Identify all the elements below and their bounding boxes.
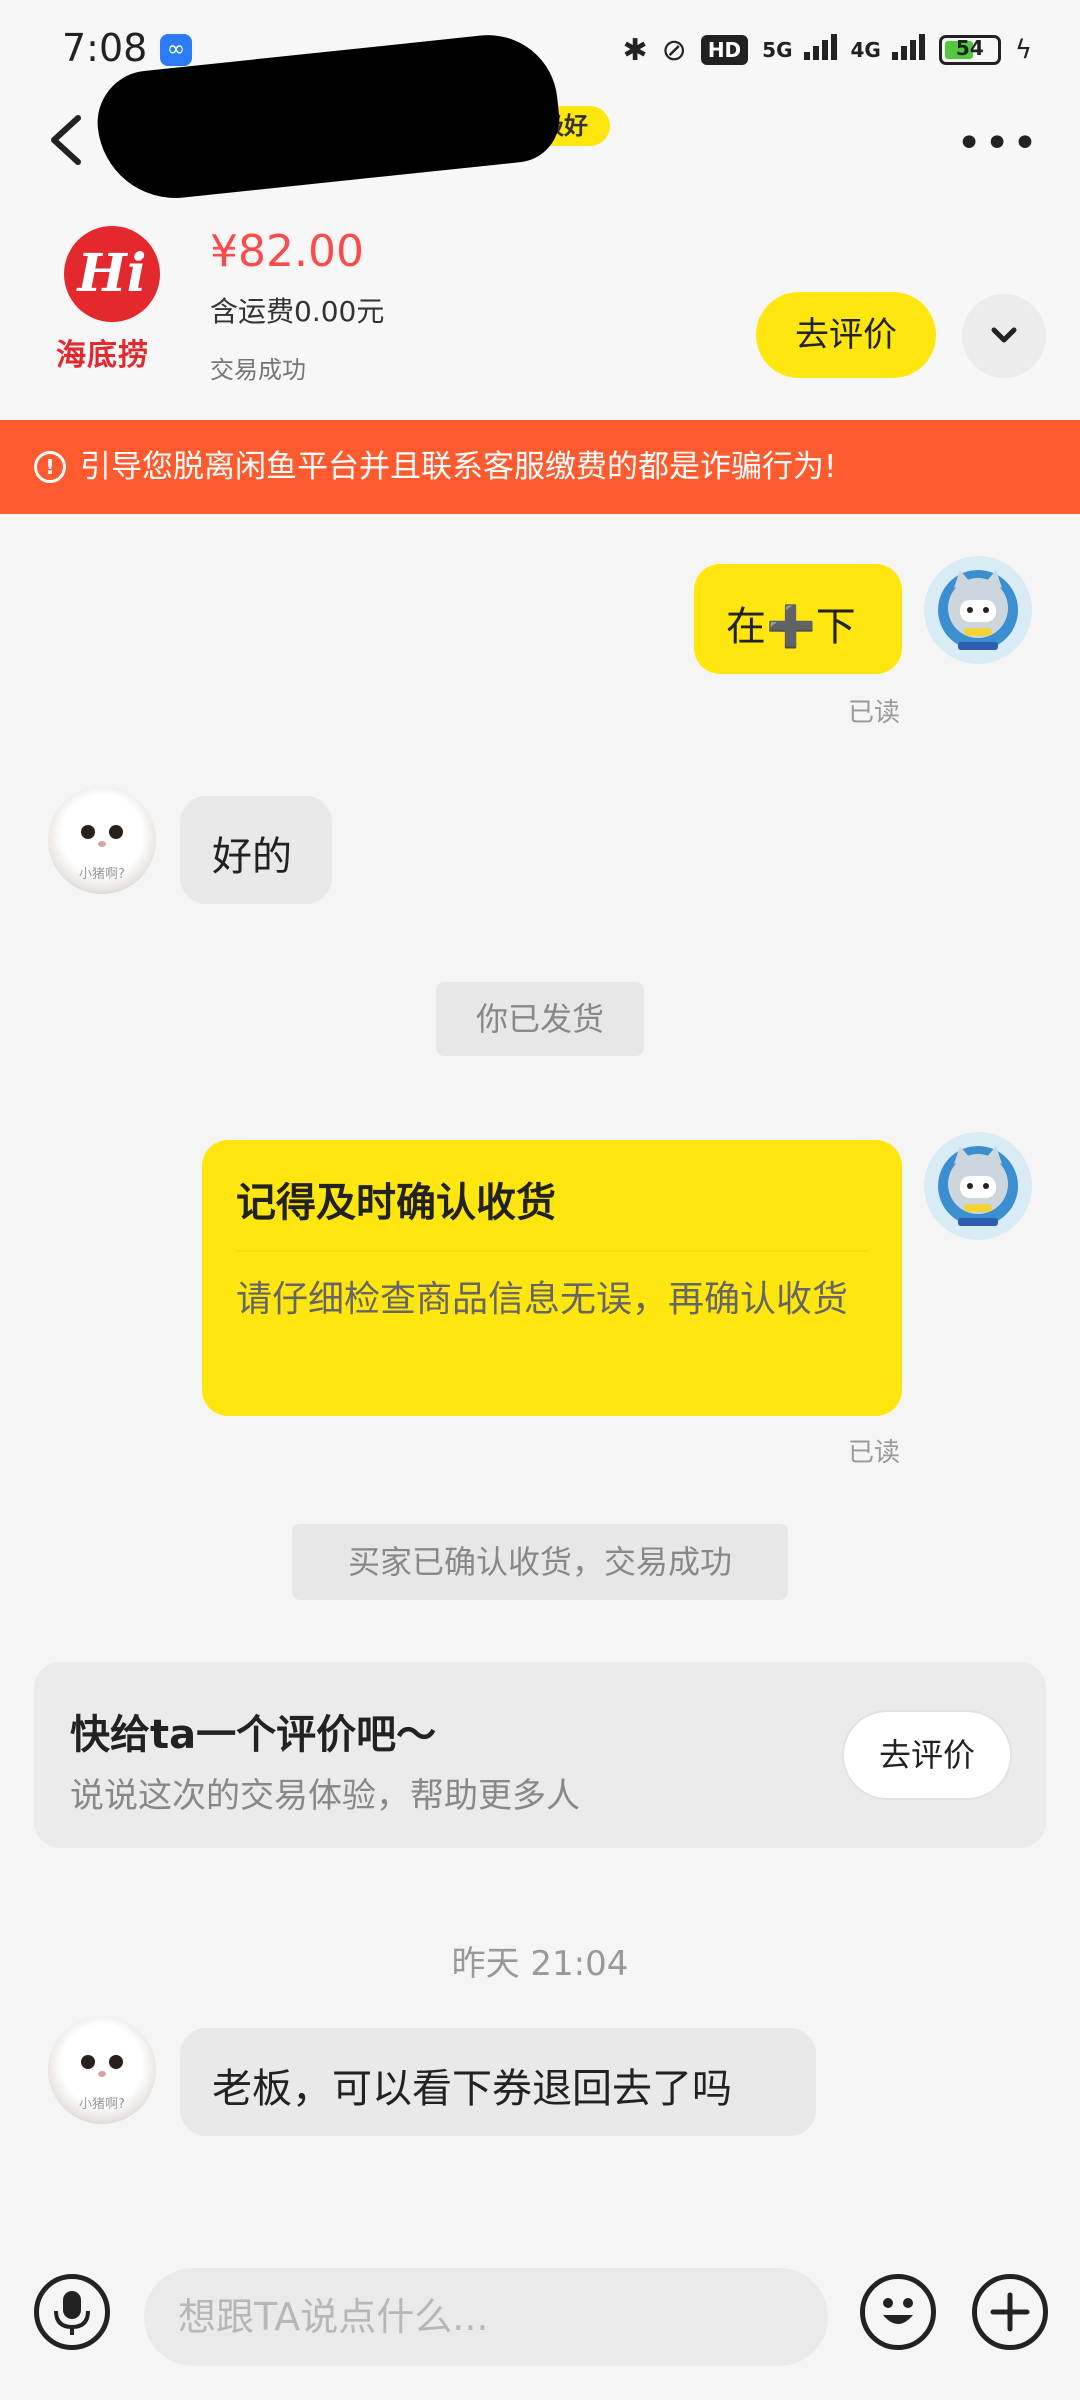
shipping-fee: 含运费0.00元 bbox=[210, 295, 385, 328]
cat-face-icon bbox=[81, 2055, 123, 2077]
smiley-icon bbox=[883, 2298, 913, 2324]
review-button[interactable]: 去评价 bbox=[842, 1710, 1012, 1800]
message-text: 好的 bbox=[212, 834, 292, 880]
review-prompt-card: 快给ta一个评价吧～ 说说这次的交易体验，帮助更多人 去评价 bbox=[34, 1662, 1046, 1848]
more-actions-button[interactable] bbox=[972, 2274, 1048, 2350]
warning-text: 引导您脱离闲鱼平台并且联系客服缴费的都是诈骗行为! bbox=[80, 449, 837, 485]
status-time: 7:08 bbox=[62, 26, 148, 70]
other-message-bubble[interactable]: 老板，可以看下券退回去了吗 bbox=[180, 2028, 816, 2136]
other-avatar[interactable]: 小猪啊? bbox=[48, 786, 156, 894]
bluetooth-icon: ✱ bbox=[622, 32, 648, 68]
signal-5g-icon: 5G bbox=[762, 34, 837, 62]
message-text: 老板，可以看下券退回去了吗 bbox=[212, 2066, 732, 2112]
card-title: 记得及时确认收货 bbox=[236, 1180, 556, 1226]
my-avatar[interactable] bbox=[924, 1132, 1032, 1240]
brand-logo: Hi bbox=[64, 226, 160, 322]
back-arrow-icon[interactable] bbox=[44, 110, 88, 170]
system-message: 你已发货 bbox=[436, 982, 644, 1056]
input-bar bbox=[0, 2240, 1080, 2400]
message-timestamp: 昨天 21:04 bbox=[451, 1944, 629, 1984]
hd-icon: HD bbox=[700, 35, 749, 65]
info-icon: ! bbox=[34, 451, 66, 483]
plus-icon bbox=[990, 2292, 1030, 2332]
more-options-icon[interactable]: ••• bbox=[956, 118, 1040, 169]
battery-icon: 54 bbox=[938, 35, 1001, 65]
message-text: 在➕下 bbox=[726, 604, 856, 650]
emoji-button[interactable] bbox=[860, 2274, 936, 2350]
cat-face-icon bbox=[81, 825, 123, 847]
link-icon: ⊘ bbox=[661, 32, 687, 68]
confirm-receipt-card[interactable]: 记得及时确认收货 请仔细检查商品信息无误，再确认收货 bbox=[202, 1140, 902, 1416]
review-button[interactable]: 去评价 bbox=[756, 292, 936, 378]
read-status: 已读 bbox=[848, 1438, 901, 1468]
robot-cat-avatar-icon bbox=[938, 570, 1018, 650]
card-divider bbox=[236, 1250, 868, 1252]
system-message: 买家已确认收货，交易成功 bbox=[292, 1524, 788, 1600]
my-avatar[interactable] bbox=[924, 556, 1032, 664]
product-price: ¥82.00 bbox=[210, 226, 364, 277]
charging-icon: ϟ bbox=[1014, 35, 1032, 65]
my-message-bubble[interactable]: 在➕下 bbox=[694, 564, 902, 674]
expand-button[interactable] bbox=[962, 294, 1046, 378]
avatar-caption: 小猪啊? bbox=[79, 867, 125, 882]
other-avatar[interactable]: 小猪啊? bbox=[48, 2016, 156, 2124]
app-notification-icon: ∞ bbox=[160, 34, 192, 66]
signal-4g-icon: 4G bbox=[851, 34, 925, 62]
brand-logo-text: 海底捞 bbox=[56, 338, 149, 373]
product-thumbnail[interactable]: Hi 海底捞 bbox=[50, 226, 180, 376]
avatar-caption: 小猪啊? bbox=[79, 2097, 125, 2112]
status-icons: ✱ ⊘ HD 5G 4G 54 ϟ bbox=[623, 30, 1032, 70]
fraud-warning-banner: ! 引导您脱离闲鱼平台并且联系客服缴费的都是诈骗行为! bbox=[0, 420, 1080, 514]
microphone-icon bbox=[54, 2291, 90, 2335]
chevron-down-icon bbox=[991, 327, 1017, 343]
trade-status: 交易成功 bbox=[210, 356, 306, 384]
review-prompt-title: 快给ta一个评价吧～ bbox=[70, 1712, 437, 1758]
voice-button[interactable] bbox=[34, 2274, 110, 2350]
read-status: 已读 bbox=[848, 698, 901, 728]
card-body: 请仔细检查商品信息无误，再确认收货 bbox=[236, 1279, 849, 1320]
review-prompt-subtitle: 说说这次的交易体验，帮助更多人 bbox=[70, 1776, 580, 1816]
robot-cat-avatar-icon bbox=[938, 1146, 1018, 1226]
other-message-bubble[interactable]: 好的 bbox=[180, 796, 332, 904]
chat-header: 西 信用极好 ••• Hi 海底捞 ¥82.00 含运费0.00元 交易成功 去… bbox=[0, 28, 1080, 420]
message-input[interactable] bbox=[144, 2268, 828, 2366]
